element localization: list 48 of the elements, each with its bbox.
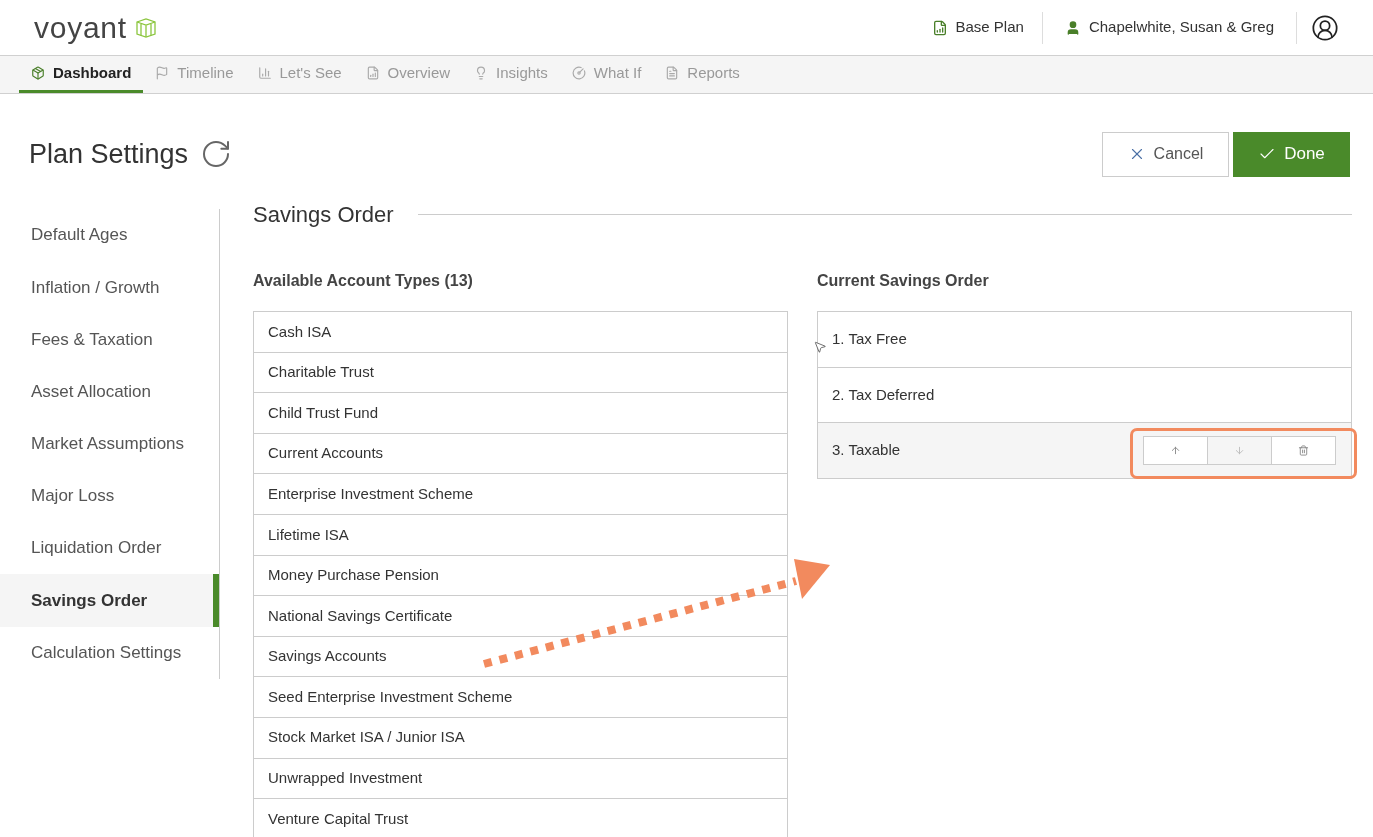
arrow-down-icon [1234, 444, 1245, 456]
user-account-icon[interactable] [1311, 13, 1339, 42]
list-heading: Current Savings Order [817, 271, 990, 291]
account-type-item[interactable]: Cash ISA [254, 312, 787, 353]
account-type-item[interactable]: Enterprise Investment Scheme [254, 474, 787, 515]
account-type-item[interactable]: Venture Capital Trust [254, 799, 787, 837]
account-type-item[interactable]: Money Purchase Pension [254, 555, 787, 597]
move-up-button[interactable] [1143, 435, 1208, 465]
sidebar-item[interactable]: Default Ages [0, 209, 219, 262]
logo-text: voyant [34, 10, 127, 46]
account-type-item[interactable]: Lifetime ISA [254, 514, 787, 556]
box-icon [31, 66, 45, 80]
client-name[interactable]: Chapelwhite, Susan & Greg [1088, 16, 1274, 39]
account-type-item[interactable]: National Savings Certificate [254, 596, 787, 637]
arrow-up-icon [1170, 444, 1181, 456]
document-icon [665, 66, 680, 80]
list-heading: Available Account Types (13) [253, 271, 474, 291]
sidebar-item[interactable]: Savings Order [0, 574, 219, 627]
done-button[interactable]: Done [1233, 131, 1350, 177]
trash-icon [1298, 444, 1309, 456]
sidebar-item[interactable]: Asset Allocation [0, 365, 219, 418]
plan-name[interactable]: Base Plan [955, 16, 1024, 39]
account-type-item[interactable]: Unwrapped Investment [254, 758, 787, 800]
account-type-item[interactable]: Stock Market ISA / Junior ISA [254, 717, 787, 759]
delete-button[interactable] [1271, 435, 1336, 465]
account-type-item[interactable]: Child Trust Fund [254, 393, 787, 434]
account-type-item[interactable]: Seed Enterprise Investment Scheme [254, 677, 787, 718]
nav-tab[interactable]: Dashboard [19, 56, 144, 93]
plan-icon [931, 19, 948, 36]
account-type-item[interactable]: Charitable Trust [254, 352, 787, 394]
sidebar-item[interactable]: Market Assumptions [0, 417, 219, 470]
sidebar-item[interactable]: Liquidation Order [0, 522, 219, 575]
account-type-item[interactable]: Savings Accounts [254, 636, 787, 678]
sidebar-item[interactable]: Inflation / Growth [0, 261, 219, 314]
gauge-icon [571, 66, 586, 80]
section-title: Savings Order [253, 201, 394, 229]
bar-chart-icon [257, 66, 272, 80]
sidebar-item[interactable]: Major Loss [0, 469, 219, 523]
account-type-item[interactable]: Current Accounts [254, 433, 787, 475]
sidebar-item[interactable]: Fees & Taxation [0, 313, 219, 366]
order-list-item[interactable]: 3. Taxable [818, 423, 1351, 479]
page-title: Plan Settings [29, 137, 189, 171]
report-icon [365, 66, 380, 80]
flag-icon [155, 66, 170, 80]
sidebar-item[interactable]: Calculation Settings [0, 626, 219, 679]
logo-cube-icon [134, 16, 157, 39]
mouse-cursor-icon [813, 340, 827, 354]
cancel-button[interactable]: Cancel [1102, 131, 1229, 177]
